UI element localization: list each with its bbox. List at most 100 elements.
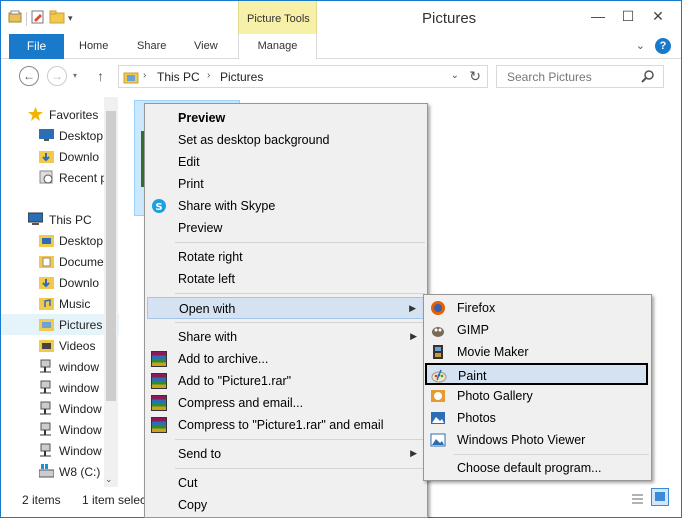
choose-default-program[interactable]: Choose default program...: [426, 457, 649, 479]
nav-label: Window: [59, 444, 102, 458]
minimize-button[interactable]: —: [584, 7, 612, 25]
properties-icon[interactable]: [30, 9, 46, 28]
network-drive-icon: [39, 401, 54, 415]
forward-button[interactable]: →: [47, 66, 67, 86]
downloads-folder-icon: [39, 149, 54, 163]
nav-desktop-fav[interactable]: Desktop: [1, 125, 119, 146]
menu-item-label: Cut: [178, 476, 198, 490]
menu-item-print[interactable]: Print: [147, 173, 425, 195]
address-bar[interactable]: › This PC › Pictures ⌄ ↻: [118, 65, 488, 88]
menu-item-add-to-archive[interactable]: Add to archive...: [147, 348, 425, 370]
nav-network-drive[interactable]: Window: [1, 419, 119, 440]
menu-item-share-with-skype[interactable]: S Share with Skype: [147, 195, 425, 217]
nav-documents[interactable]: Docume: [1, 251, 119, 272]
open-with-photo-gallery[interactable]: Photo Gallery: [426, 385, 649, 407]
menu-item-cut[interactable]: Cut: [147, 472, 425, 494]
pictures-folder-icon: [123, 69, 139, 88]
navpane-scrollbar[interactable]: ⌄: [104, 97, 118, 487]
breadcrumb-pictures[interactable]: Pictures: [220, 70, 263, 84]
menu-item-edit[interactable]: Edit: [147, 151, 425, 173]
menu-item-preview[interactable]: Preview: [147, 217, 425, 239]
tab-view[interactable]: View: [194, 40, 218, 52]
open-with-photos[interactable]: Photos: [426, 407, 649, 429]
nav-network-drive[interactable]: window: [1, 377, 119, 398]
menu-item-rotate-right[interactable]: Rotate right: [147, 246, 425, 268]
tab-file[interactable]: File: [9, 34, 64, 59]
details-view-icon[interactable]: [628, 490, 646, 508]
tab-home[interactable]: Home: [79, 40, 108, 52]
menu-item-label: Paint: [458, 369, 487, 383]
open-with-gimp[interactable]: GIMP: [426, 319, 649, 341]
submenu-arrow-icon: ▶: [410, 331, 417, 341]
nav-network-drive[interactable]: Window: [1, 440, 119, 461]
submenu-arrow-icon: ▶: [409, 303, 416, 313]
music-folder-icon: [39, 296, 54, 310]
nav-label: Docume: [59, 255, 104, 269]
close-button[interactable]: ✕: [644, 7, 672, 25]
nav-downloads-fav[interactable]: Downlo: [1, 146, 119, 167]
open-with-firefox[interactable]: Firefox: [426, 297, 649, 319]
nav-label: window: [59, 360, 100, 374]
menu-item-open-with[interactable]: Open with ▶: [147, 297, 425, 319]
navigation-pane: Favorites Desktop Downlo Recent p This P…: [1, 94, 119, 488]
nav-network-drive[interactable]: Window: [1, 398, 119, 419]
item-count: 2 items: [22, 493, 61, 507]
open-with-paint[interactable]: Paint: [425, 363, 648, 385]
scroll-down-chevron-icon[interactable]: ⌄: [105, 474, 113, 485]
submenu-arrow-icon: ▶: [410, 448, 417, 458]
app-icon[interactable]: [7, 9, 23, 28]
large-icons-view-icon[interactable]: [651, 488, 669, 506]
search-input[interactable]: Search Pictures: [507, 70, 592, 84]
menu-item-set-desktop-background[interactable]: Set as desktop background: [147, 129, 425, 151]
nav-label: Desktop: [59, 129, 104, 143]
search-icon[interactable]: [641, 69, 655, 86]
help-button[interactable]: ?: [655, 38, 671, 54]
up-arrow-icon[interactable]: ↑: [97, 68, 104, 84]
customize-qat-chevron-icon[interactable]: ▾: [68, 13, 73, 24]
svg-text:S: S: [155, 202, 162, 213]
ribbon-tabs: File Home Share View Manage ⌄ ?: [1, 34, 681, 59]
recent-locations-chevron-icon[interactable]: ▾: [73, 71, 77, 80]
breadcrumb-this-pc[interactable]: This PC: [157, 70, 200, 84]
address-dropdown-icon[interactable]: ⌄: [451, 70, 459, 81]
search-box[interactable]: Search Pictures: [496, 65, 664, 88]
menu-item-add-to-rar[interactable]: Add to "Picture1.rar": [147, 370, 425, 392]
open-with-windows-photo-viewer[interactable]: Windows Photo Viewer: [426, 429, 649, 451]
nav-downloads[interactable]: Downlo: [1, 272, 119, 293]
menu-item-rotate-left[interactable]: Rotate left: [147, 268, 425, 290]
menu-item-label: Share with: [178, 330, 238, 344]
nav-music[interactable]: Music: [1, 293, 119, 314]
downloads-folder-icon: [39, 275, 54, 289]
menu-item-compress-and-email[interactable]: Compress and email...: [147, 392, 425, 414]
menu-item-label: Preview: [178, 111, 226, 125]
tab-share[interactable]: Share: [137, 40, 166, 52]
nav-desktop[interactable]: Desktop: [1, 230, 119, 251]
menu-item-share-with[interactable]: Share with ▶: [147, 326, 425, 348]
photo-viewer-icon: [430, 432, 446, 448]
menu-item-compress-to-rar-and-email[interactable]: Compress to "Picture1.rar" and email: [147, 414, 425, 436]
tab-manage[interactable]: Manage: [238, 34, 317, 59]
menu-item-label: Photos: [457, 411, 496, 425]
menu-item-send-to[interactable]: Send to ▶: [147, 443, 425, 465]
nav-videos[interactable]: Videos: [1, 335, 119, 356]
menu-item-copy[interactable]: Copy: [147, 494, 425, 516]
scrollbar-thumb[interactable]: [106, 111, 116, 401]
refresh-icon[interactable]: ↻: [469, 68, 481, 85]
menu-item-preview-default[interactable]: Preview: [147, 107, 425, 129]
nav-favorites[interactable]: Favorites: [1, 104, 119, 125]
nav-recent-places[interactable]: Recent p: [1, 167, 119, 188]
new-folder-icon[interactable]: [49, 9, 65, 28]
breadcrumb-separator: ›: [207, 70, 211, 81]
open-with-movie-maker[interactable]: Movie Maker: [426, 341, 649, 363]
nav-network-drive[interactable]: window: [1, 356, 119, 377]
nav-label: Music: [59, 297, 91, 311]
nav-pictures[interactable]: Pictures: [1, 314, 119, 335]
nav-label: Window: [59, 423, 102, 437]
nav-this-pc[interactable]: This PC: [1, 209, 119, 230]
nav-local-disk[interactable]: W8 (C:): [1, 461, 119, 482]
expand-ribbon-chevron-icon[interactable]: ⌄: [636, 39, 645, 52]
back-button[interactable]: ←: [19, 66, 39, 86]
maximize-button[interactable]: ☐: [614, 7, 642, 25]
menu-item-label: Send to: [178, 447, 222, 461]
menu-item-label: Compress to "Picture1.rar" and email: [178, 418, 384, 432]
